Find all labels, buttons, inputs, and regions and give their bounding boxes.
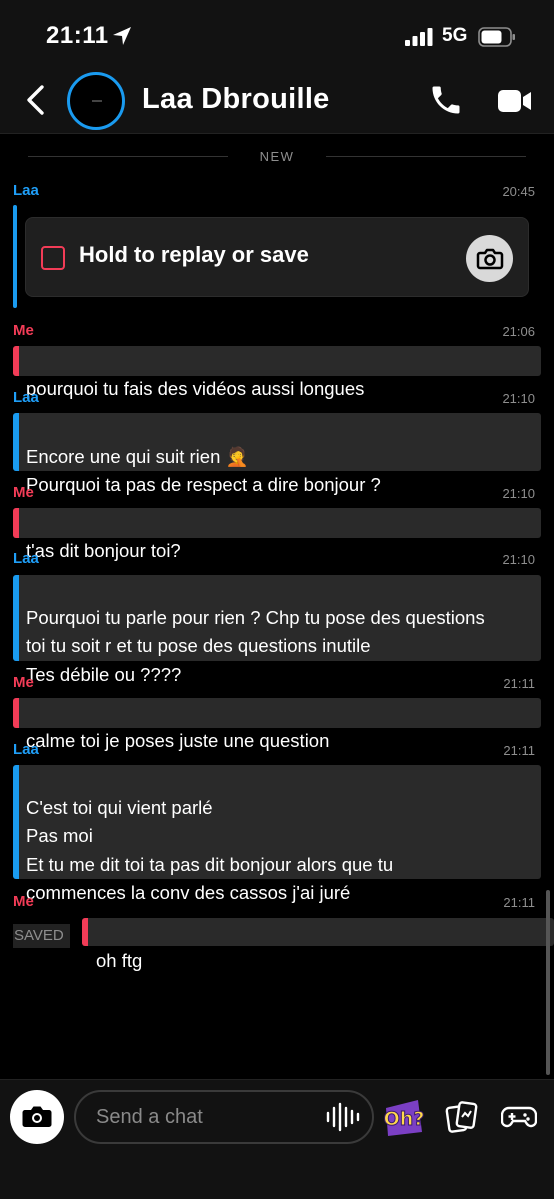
phone-call-icon[interactable] bbox=[428, 82, 464, 118]
checkbox-icon[interactable] bbox=[41, 246, 65, 270]
chat-history[interactable]: NEW Laa 20:45 Hold to replay or save Me … bbox=[0, 135, 554, 1079]
camera-icon bbox=[476, 248, 504, 270]
location-arrow-icon bbox=[113, 27, 131, 45]
message-text: oh ftg bbox=[96, 949, 143, 971]
message-timestamp: 21:10 bbox=[502, 486, 535, 501]
snap-card[interactable]: Hold to replay or save bbox=[25, 217, 529, 297]
memories-cards-icon[interactable] bbox=[444, 1099, 480, 1135]
sender-label: Laa bbox=[13, 389, 39, 406]
message-text: Encore une qui suit rien 🤦 Pourquoi ta p… bbox=[26, 445, 381, 496]
network-label: 5G bbox=[442, 25, 468, 46]
sender-label: Me bbox=[13, 893, 34, 910]
message-bubble[interactable]: C'est toi qui vient parlé Pas moi Et tu … bbox=[13, 765, 541, 903]
message-bubble[interactable]: Encore une qui suit rien 🤦 Pourquoi ta p… bbox=[13, 413, 541, 495]
sender-label: Laa bbox=[13, 741, 39, 758]
message-text: C'est toi qui vient parlé Pas moi Et tu … bbox=[26, 796, 394, 904]
chat-header: Laa Dbrouille bbox=[0, 70, 554, 134]
message-timestamp: 21:10 bbox=[502, 391, 535, 406]
saved-label: SAVED bbox=[13, 924, 70, 948]
message-timestamp: 21:10 bbox=[502, 552, 535, 567]
new-messages-divider: NEW bbox=[28, 149, 526, 165]
message-bubble[interactable]: t'as dit bonjour toi? bbox=[13, 508, 541, 561]
sender-label: Laa bbox=[13, 182, 39, 199]
camera-icon bbox=[22, 1106, 52, 1127]
sender-label: Me bbox=[13, 674, 34, 691]
signal-icon bbox=[405, 28, 433, 46]
message-bubble[interactable]: Pourquoi tu parle pour rien ? Chp tu pos… bbox=[13, 575, 541, 685]
snap-label: Hold to replay or save bbox=[79, 242, 309, 267]
message-text: Pourquoi tu parle pour rien ? Chp tu pos… bbox=[26, 606, 485, 685]
game-controller-icon[interactable] bbox=[501, 1102, 537, 1132]
chat-scrollbar[interactable] bbox=[546, 890, 550, 1075]
voice-note-icon[interactable] bbox=[325, 1102, 361, 1132]
sender-label: Laa bbox=[13, 550, 39, 567]
camera-button[interactable] bbox=[10, 1090, 64, 1144]
message-text: calme toi je poses juste une question bbox=[26, 729, 330, 751]
message-text: pourquoi tu fais des vidéos aussi longue… bbox=[26, 377, 365, 399]
message-timestamp: 20:45 bbox=[502, 184, 535, 199]
message-bubble[interactable]: pourquoi tu fais des vidéos aussi longue… bbox=[13, 346, 541, 399]
sticker-button[interactable]: Oh? bbox=[380, 1094, 426, 1140]
oh-sticker-icon: Oh? bbox=[383, 1100, 425, 1136]
message-timestamp: 21:11 bbox=[503, 676, 535, 691]
sender-label: Me bbox=[13, 322, 34, 339]
sender-bar bbox=[13, 205, 17, 308]
message-bubble[interactable]: calme toi je poses juste une question bbox=[13, 698, 541, 751]
message-timestamp: 21:11 bbox=[503, 743, 535, 758]
status-bar: 21:11 5G bbox=[0, 0, 554, 70]
message-timestamp: 21:11 bbox=[503, 895, 535, 910]
message-bubble[interactable]: oh ftg bbox=[82, 918, 554, 971]
message-timestamp: 21:06 bbox=[502, 324, 535, 339]
camera-reply-button[interactable] bbox=[466, 235, 513, 282]
sender-label: Me bbox=[13, 484, 34, 501]
contact-avatar[interactable] bbox=[67, 72, 125, 130]
message-text: t'as dit bonjour toi? bbox=[26, 539, 181, 561]
battery-icon bbox=[478, 27, 515, 47]
video-call-icon[interactable] bbox=[497, 87, 533, 115]
status-time: 21:11 bbox=[46, 22, 109, 49]
back-chevron-icon[interactable] bbox=[22, 84, 50, 116]
contact-name[interactable]: Laa Dbrouille bbox=[142, 83, 330, 116]
chat-input-bar: Oh? bbox=[0, 1079, 554, 1199]
svg-text:Oh?: Oh? bbox=[384, 1108, 425, 1130]
